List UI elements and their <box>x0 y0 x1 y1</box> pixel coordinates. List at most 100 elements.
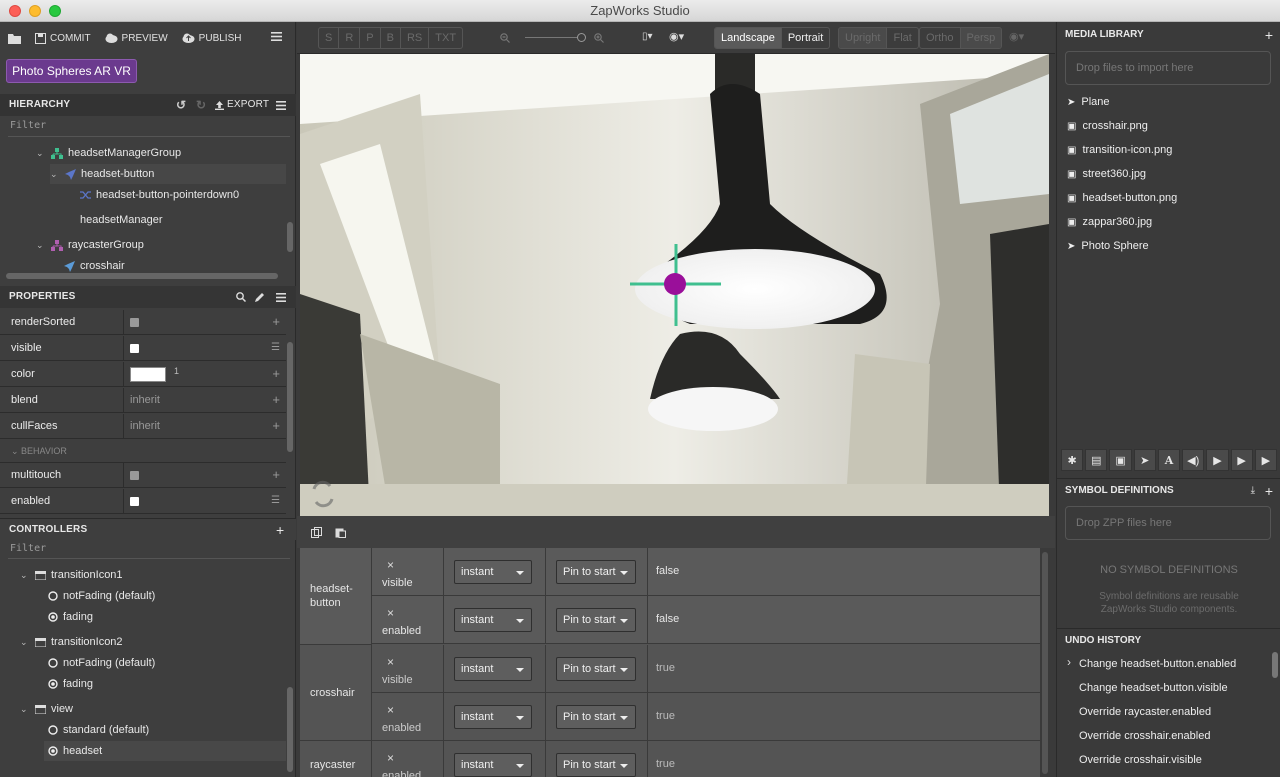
remove-override-icon[interactable]: × <box>387 606 394 620</box>
controllers-filter-input[interactable]: Filter <box>10 543 46 554</box>
behavior-section-header[interactable]: ⌄ BEHAVIOR <box>0 440 286 463</box>
hierarchy-menu-icon[interactable] <box>276 101 286 110</box>
add-keyframe-icon[interactable]: + <box>272 393 280 406</box>
state-standard[interactable]: standard (default) <box>48 720 149 740</box>
media-item[interactable]: ➤ Photo Sphere <box>1067 237 1149 255</box>
state-headset[interactable]: headset <box>44 741 286 761</box>
ease-dropdown[interactable]: instant <box>454 560 532 584</box>
zoom-in-icon[interactable] <box>594 33 604 43</box>
pin-dropdown[interactable]: Pin to start <box>556 753 636 777</box>
chevron-down-icon[interactable]: ⌄ <box>36 148 46 159</box>
maximize-window-button[interactable] <box>49 5 61 17</box>
search-icon[interactable] <box>236 292 246 302</box>
close-window-button[interactable] <box>9 5 21 17</box>
chevron-down-icon[interactable]: ⌄ <box>20 704 30 715</box>
portrait-button[interactable]: Portrait <box>782 28 829 48</box>
rendersorted-checkbox[interactable] <box>130 317 139 327</box>
pencil-icon[interactable] <box>255 292 265 302</box>
add-keyframe-icon[interactable]: + <box>272 419 280 432</box>
zoom-out-icon[interactable] <box>500 33 510 43</box>
persp-button[interactable]: Persp <box>960 28 1002 48</box>
remove-override-icon[interactable]: × <box>387 655 394 669</box>
multitouch-checkbox[interactable] <box>130 470 139 480</box>
minimize-window-button[interactable] <box>29 5 41 17</box>
hierarchy-vertical-scrollbar[interactable] <box>287 222 293 252</box>
media-drop-zone[interactable]: Drop files to import here <box>1065 51 1271 85</box>
all-types-icon[interactable]: ✱ <box>1061 449 1084 471</box>
remove-override-icon[interactable]: × <box>387 703 394 717</box>
ortho-button[interactable]: Ortho <box>920 28 961 48</box>
pin-dropdown[interactable]: Pin to start <box>556 705 636 729</box>
blend-value[interactable]: inherit <box>130 394 160 406</box>
controller-view[interactable]: ⌄ view <box>20 699 73 719</box>
ease-dropdown[interactable]: instant <box>454 753 532 777</box>
download-icon[interactable]: ⤓ <box>1251 479 1255 503</box>
rs-mode-button[interactable]: RS <box>401 28 430 48</box>
audio-icon[interactable]: ◀) <box>1182 449 1205 471</box>
pin-dropdown[interactable]: Pin to start <box>556 560 636 584</box>
add-controller-icon[interactable]: + <box>276 519 284 541</box>
ease-dropdown[interactable]: instant <box>454 608 532 632</box>
media-item[interactable]: ▣ headset-button.png <box>1067 189 1177 207</box>
chevron-down-icon[interactable]: ⌄ <box>20 570 30 581</box>
video-icon-3[interactable]: ▶ <box>1254 449 1277 471</box>
paste-icon[interactable] <box>335 527 346 538</box>
add-media-icon[interactable]: + <box>1265 23 1273 47</box>
rocket-icon[interactable]: ➤ <box>1133 449 1156 471</box>
image-icon[interactable]: ▣ <box>1109 449 1132 471</box>
state-value[interactable]: false <box>656 613 679 625</box>
publish-button[interactable]: PUBLISH <box>182 33 241 44</box>
font-icon[interactable]: A <box>1157 449 1181 471</box>
zoom-slider-thumb[interactable] <box>577 33 586 42</box>
tree-item-headsetmanagergroup[interactable]: ⌄ headsetManagerGroup <box>36 143 181 163</box>
landscape-button[interactable]: Landscape <box>715 28 782 48</box>
video-icon[interactable]: ▶ <box>1206 449 1229 471</box>
visible-checkbox[interactable] <box>130 343 139 353</box>
preview-button[interactable]: PREVIEW <box>105 33 168 44</box>
upright-button[interactable]: Upright <box>839 28 888 48</box>
controller-list-icon[interactable]: ☰ <box>271 341 280 354</box>
tree-item-raycastergroup[interactable]: ⌄ raycasterGroup <box>36 235 144 255</box>
chevron-down-icon[interactable]: ⌄ <box>50 169 60 180</box>
project-name-button[interactable]: Photo Spheres AR VR <box>6 59 137 83</box>
3d-viewport[interactable] <box>300 54 1049 516</box>
add-keyframe-icon[interactable]: + <box>272 468 280 481</box>
export-button[interactable]: EXPORT <box>215 94 269 116</box>
state-value[interactable]: true <box>656 710 675 722</box>
bounds-mode-button[interactable]: B <box>381 28 401 48</box>
undo-item[interactable]: Change headset-button.visible <box>1079 682 1228 694</box>
media-item[interactable]: ▣ transition-icon.png <box>1067 141 1172 159</box>
device-dropdown-icon[interactable]: ▯▾ <box>642 31 653 42</box>
hierarchy-horizontal-scrollbar[interactable] <box>6 273 278 279</box>
controllers-scrollbar[interactable] <box>287 687 293 772</box>
symbol-drop-zone[interactable]: Drop ZPP files here <box>1065 506 1271 540</box>
chevron-down-icon[interactable]: ⌄ <box>36 240 46 251</box>
ease-dropdown[interactable]: instant <box>454 657 532 681</box>
eye-dropdown-icon[interactable]: ◉▾ <box>1009 30 1024 43</box>
remove-override-icon[interactable]: × <box>387 751 394 765</box>
hierarchy-filter-input[interactable]: Filter <box>10 120 46 131</box>
tree-item-headsetmanager[interactable]: headsetManager <box>80 210 163 230</box>
tree-item-headset-button[interactable]: ⌄ headset-button <box>50 164 286 184</box>
rotate-mode-button[interactable]: R <box>339 28 361 48</box>
position-mode-button[interactable]: P <box>360 28 381 48</box>
media-item[interactable]: ▣ zappar360.jpg <box>1067 213 1152 231</box>
add-keyframe-icon[interactable]: + <box>272 367 280 380</box>
ease-dropdown[interactable]: instant <box>454 705 532 729</box>
remove-override-icon[interactable]: × <box>387 558 394 572</box>
document-icon[interactable]: ▤ <box>1085 449 1108 471</box>
video-icon-2[interactable]: ▶ <box>1230 449 1253 471</box>
tree-item-headset-button-pointerdown0[interactable]: headset-button-pointerdown0 <box>80 185 239 205</box>
state-fading-2[interactable]: fading <box>48 674 93 694</box>
globe-dropdown-icon[interactable]: ◉▾ <box>669 30 684 43</box>
state-notfading-2[interactable]: notFading (default) <box>48 653 155 673</box>
hamburger-menu-icon[interactable] <box>271 32 282 41</box>
undo-icon[interactable]: ↺ <box>176 94 186 116</box>
undo-scrollbar[interactable] <box>1272 652 1278 678</box>
properties-menu-icon[interactable] <box>276 293 286 302</box>
undo-item[interactable]: Override crosshair.enabled <box>1079 730 1210 742</box>
controller-transitionicon1[interactable]: ⌄ transitionIcon1 <box>20 565 123 585</box>
table-scrollbar[interactable] <box>1042 552 1048 774</box>
controller-transitionicon2[interactable]: ⌄ transitionIcon2 <box>20 632 123 652</box>
cullfaces-value[interactable]: inherit <box>130 420 160 432</box>
